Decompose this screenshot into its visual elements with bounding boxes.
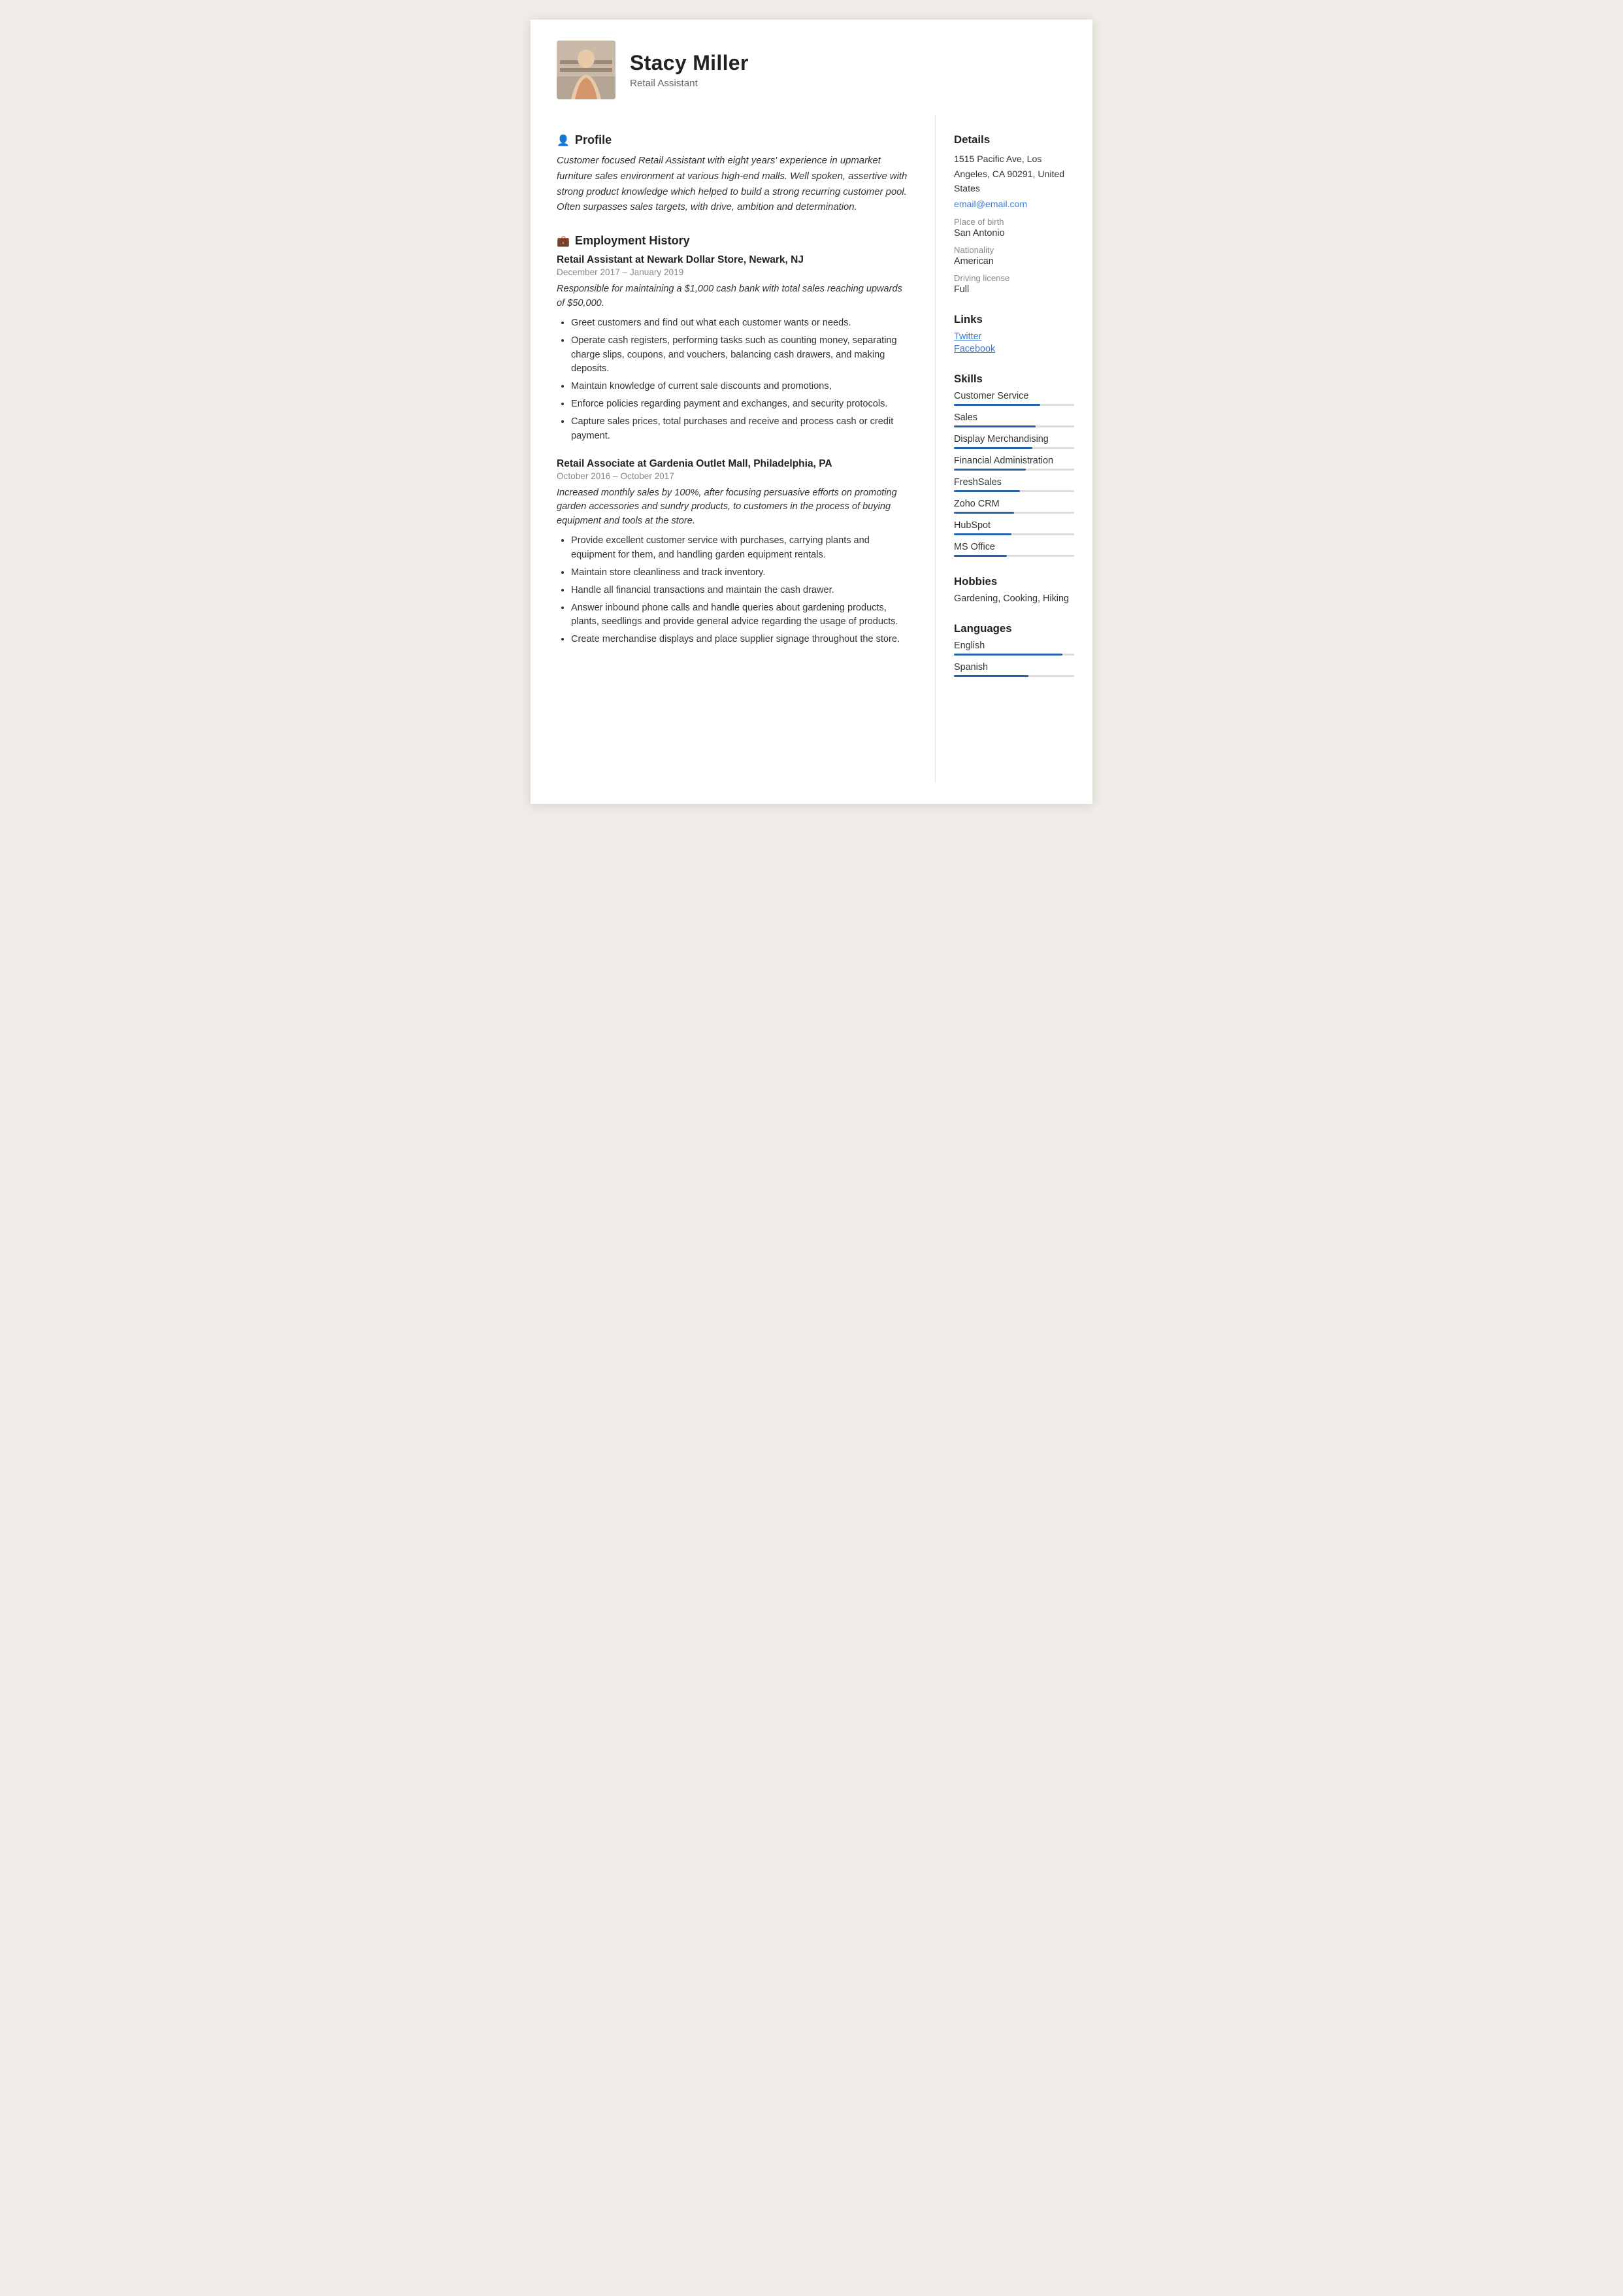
- lang-bar-bg-0: [954, 654, 1074, 656]
- skills-section: Skills Customer Service Sales Display Me…: [954, 373, 1074, 557]
- employment-icon: 💼: [557, 235, 570, 248]
- skill-bar-fill-3: [954, 469, 1026, 471]
- skill-name-5: Zoho CRM: [954, 499, 1074, 509]
- main-column: 👤 Profile Customer focused Retail Assist…: [531, 115, 936, 783]
- hobbies-section-title: Hobbies: [954, 575, 1074, 588]
- link-twitter[interactable]: Twitter: [954, 331, 1074, 342]
- detail-nationality-value: American: [954, 256, 1074, 267]
- languages-section-title: Languages: [954, 622, 1074, 635]
- skill-name-4: FreshSales: [954, 477, 1074, 488]
- list-item: Capture sales prices, total purchases an…: [571, 415, 911, 444]
- profile-section-title: 👤 Profile: [557, 133, 911, 147]
- lang-bar-bg-1: [954, 675, 1074, 677]
- profile-text: Customer focused Retail Assistant with e…: [557, 154, 911, 216]
- job-bullets-1: Greet customers and find out what each c…: [557, 316, 911, 444]
- detail-nationality-label: Nationality: [954, 245, 1074, 255]
- lang-bar-fill-1: [954, 675, 1028, 677]
- profile-icon: 👤: [557, 134, 570, 147]
- detail-address: 1515 Pacific Ave, Los Angeles, CA 90291,…: [954, 152, 1074, 196]
- skill-bar-fill-7: [954, 555, 1007, 557]
- lang-item-1: Spanish: [954, 662, 1074, 677]
- header-info: Stacy Miller Retail Assistant: [630, 51, 749, 89]
- detail-email[interactable]: email@email.com: [954, 199, 1074, 209]
- skill-bar-bg-3: [954, 469, 1074, 471]
- job-summary-1: Responsible for maintaining a $1,000 cas…: [557, 282, 911, 311]
- detail-birth-label: Place of birth: [954, 217, 1074, 227]
- list-item: Handle all financial transactions and ma…: [571, 584, 911, 598]
- skill-item-3: Financial Administration: [954, 456, 1074, 471]
- list-item: Maintain knowledge of current sale disco…: [571, 380, 911, 394]
- skill-bar-bg-7: [954, 555, 1074, 557]
- skill-bar-bg-0: [954, 404, 1074, 406]
- skill-bar-bg-5: [954, 512, 1074, 514]
- skill-bar-fill-0: [954, 404, 1040, 406]
- skill-name-3: Financial Administration: [954, 456, 1074, 466]
- resume-header: Stacy Miller Retail Assistant: [531, 20, 1092, 115]
- job-dates-2: October 2016 – October 2017: [557, 471, 911, 481]
- details-section: Details 1515 Pacific Ave, Los Angeles, C…: [954, 133, 1074, 295]
- skills-section-title: Skills: [954, 373, 1074, 386]
- skill-bar-fill-2: [954, 447, 1032, 449]
- skill-item-7: MS Office: [954, 542, 1074, 557]
- detail-driving-value: Full: [954, 284, 1074, 295]
- list-item: Enforce policies regarding payment and e…: [571, 397, 911, 412]
- skill-item-2: Display Merchandising: [954, 434, 1074, 449]
- list-item: Operate cash registers, performing tasks…: [571, 334, 911, 377]
- job-title-1: Retail Assistant at Newark Dollar Store,…: [557, 254, 911, 266]
- lang-name-1: Spanish: [954, 662, 1074, 673]
- employment-section-title: 💼 Employment History: [557, 234, 911, 248]
- lang-name-0: English: [954, 641, 1074, 651]
- hobbies-section: Hobbies Gardening, Cooking, Hiking: [954, 575, 1074, 604]
- links-section-title: Links: [954, 313, 1074, 326]
- skill-item-0: Customer Service: [954, 391, 1074, 406]
- skill-bar-fill-1: [954, 425, 1036, 427]
- skill-name-0: Customer Service: [954, 391, 1074, 401]
- job-dates-1: December 2017 – January 2019: [557, 267, 911, 277]
- skill-name-1: Sales: [954, 412, 1074, 423]
- skill-name-6: HubSpot: [954, 520, 1074, 531]
- skill-bar-fill-6: [954, 533, 1011, 535]
- skill-name-2: Display Merchandising: [954, 434, 1074, 444]
- skill-bar-fill-4: [954, 490, 1020, 492]
- job-bullets-2: Provide excellent customer service with …: [557, 534, 911, 647]
- list-item: Maintain store cleanliness and track inv…: [571, 566, 911, 580]
- links-section: Links Twitter Facebook: [954, 313, 1074, 354]
- list-item: Create merchandise displays and place su…: [571, 633, 911, 647]
- skill-item-5: Zoho CRM: [954, 499, 1074, 514]
- skill-bar-bg-4: [954, 490, 1074, 492]
- employment-section: 💼 Employment History Retail Assistant at…: [557, 234, 911, 647]
- skill-item-6: HubSpot: [954, 520, 1074, 535]
- list-item: Provide excellent customer service with …: [571, 534, 911, 563]
- detail-birth-value: San Antonio: [954, 228, 1074, 239]
- profile-section: 👤 Profile Customer focused Retail Assist…: [557, 133, 911, 216]
- candidate-name: Stacy Miller: [630, 51, 749, 75]
- skill-bar-bg-1: [954, 425, 1074, 427]
- sidebar-column: Details 1515 Pacific Ave, Los Angeles, C…: [936, 115, 1092, 783]
- candidate-subtitle: Retail Assistant: [630, 78, 749, 89]
- resume-body: 👤 Profile Customer focused Retail Assist…: [531, 115, 1092, 804]
- list-item: Answer inbound phone calls and handle qu…: [571, 601, 911, 630]
- job-block-2: Retail Associate at Gardenia Outlet Mall…: [557, 458, 911, 647]
- list-item: Greet customers and find out what each c…: [571, 316, 911, 331]
- job-title-2: Retail Associate at Gardenia Outlet Mall…: [557, 458, 911, 470]
- link-facebook[interactable]: Facebook: [954, 344, 1074, 354]
- avatar: [557, 41, 615, 99]
- skill-name-7: MS Office: [954, 542, 1074, 552]
- languages-section: Languages English Spanish: [954, 622, 1074, 677]
- skill-bar-bg-2: [954, 447, 1074, 449]
- skill-item-4: FreshSales: [954, 477, 1074, 492]
- skill-bar-bg-6: [954, 533, 1074, 535]
- lang-bar-fill-0: [954, 654, 1062, 656]
- details-section-title: Details: [954, 133, 1074, 146]
- lang-item-0: English: [954, 641, 1074, 656]
- skill-item-1: Sales: [954, 412, 1074, 427]
- detail-driving-label: Driving license: [954, 273, 1074, 283]
- hobbies-text: Gardening, Cooking, Hiking: [954, 593, 1074, 604]
- skill-bar-fill-5: [954, 512, 1014, 514]
- resume-container: Stacy Miller Retail Assistant 👤 Profile …: [531, 20, 1092, 804]
- job-summary-2: Increased monthly sales by 100%, after f…: [557, 486, 911, 529]
- job-block-1: Retail Assistant at Newark Dollar Store,…: [557, 254, 911, 443]
